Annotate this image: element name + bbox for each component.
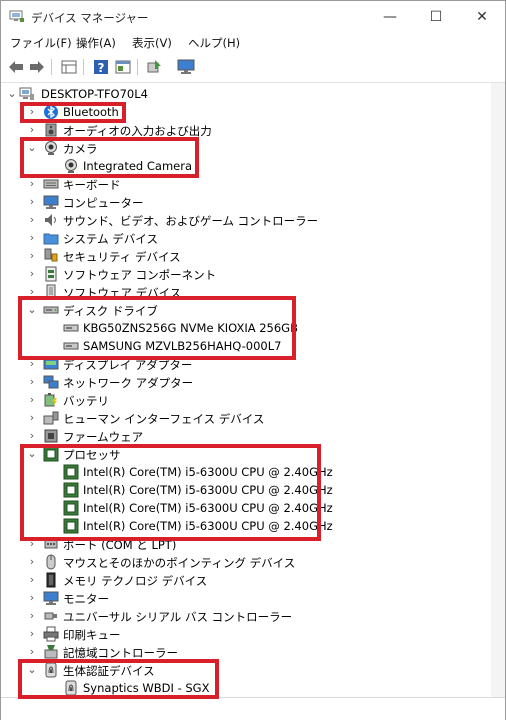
sound-icon <box>43 212 59 228</box>
tree-category-system-folder[interactable]: › システム デバイス <box>1 229 491 247</box>
tree-item-label: セキュリティ デバイス <box>63 250 181 264</box>
minimize-button[interactable]: — <box>367 1 413 32</box>
tree-item-label: システム デバイス <box>63 232 158 246</box>
tree-category-network-adapter[interactable]: › ネットワーク アダプター <box>1 373 491 391</box>
tree-category-memory[interactable]: › メモリ テクノロジ デバイス <box>1 571 491 589</box>
expand-chevron-icon[interactable]: › <box>27 555 37 569</box>
tree-item-label: 印刷キュー <box>63 628 121 642</box>
maximize-button[interactable]: ☐ <box>413 1 459 32</box>
highlight-camera <box>20 137 199 178</box>
storage-controller-icon <box>43 644 59 660</box>
tree-category-firmware[interactable]: › ファームウェア <box>1 427 491 445</box>
tree-category-hid[interactable]: › ヒューマン インターフェイス デバイス <box>1 409 491 427</box>
tree-item-label: マウスとそのほかのポインティング デバイス <box>63 556 296 570</box>
menu-bar: ファイル(F) 操作(A) 表示(V) ヘルプ(H) <box>1 32 505 52</box>
help-icon[interactable]: ? <box>91 58 111 76</box>
tree-item-label: ヒューマン インターフェイス デバイス <box>63 412 265 426</box>
toolbar: ? <box>1 52 505 83</box>
menu-view[interactable]: 表示(V) <box>132 35 172 51</box>
tree-category-battery[interactable]: › バッテリ <box>1 391 491 409</box>
expand-chevron-icon[interactable]: › <box>27 393 37 407</box>
menu-help[interactable]: ヘルプ(H) <box>188 35 240 51</box>
tree-category-sound[interactable]: › サウンド、ビデオ、およびゲーム コントローラー <box>1 211 491 229</box>
view-panel-icon[interactable] <box>113 58 133 76</box>
properties-grid-icon[interactable] <box>59 58 79 76</box>
close-button[interactable]: ✕ <box>459 1 505 32</box>
tree-item-label: メモリ テクノロジ デバイス <box>63 574 208 588</box>
tree-item-label: ファームウェア <box>63 430 144 444</box>
expand-chevron-icon[interactable]: › <box>27 267 37 281</box>
highlight-processors <box>20 444 321 541</box>
expand-chevron-icon[interactable]: › <box>27 213 37 227</box>
window-title: デバイス マネージャー <box>31 11 149 25</box>
tree-item-label: コンピューター <box>63 196 144 210</box>
usb-icon <box>43 608 59 624</box>
computer-root-icon <box>19 86 35 102</box>
tree-category-printer[interactable]: › 印刷キュー <box>1 625 491 643</box>
expand-chevron-icon[interactable]: › <box>27 609 37 623</box>
tree-root-computer[interactable]: ⌄ DESKTOP-TFO70L4 <box>1 85 491 103</box>
hid-icon <box>43 410 59 426</box>
svg-text:?: ? <box>98 61 105 75</box>
expand-chevron-icon[interactable]: › <box>27 195 37 209</box>
battery-icon <box>43 392 59 408</box>
system-folder-icon <box>43 230 59 246</box>
tree-item-label: ユニバーサル シリアル バス コントローラー <box>63 610 293 624</box>
keyboard-icon <box>43 176 59 192</box>
update-driver-icon[interactable] <box>144 58 164 76</box>
expand-chevron-icon[interactable]: › <box>27 177 37 191</box>
computer-icon <box>43 194 59 210</box>
highlight-biometric <box>18 659 219 699</box>
expand-chevron-icon[interactable]: › <box>27 231 37 245</box>
expand-chevron-icon[interactable]: › <box>27 429 37 443</box>
software-component-icon <box>43 266 59 282</box>
menu-action[interactable]: 操作(A) <box>76 35 116 51</box>
tree-category-mouse[interactable]: › マウスとそのほかのポインティング デバイス <box>1 553 491 571</box>
expand-chevron-icon[interactable]: › <box>27 249 37 263</box>
tree-item-label: キーボード <box>63 178 121 192</box>
tree-category-usb[interactable]: › ユニバーサル シリアル バス コントローラー <box>1 607 491 625</box>
collapse-chevron-icon[interactable]: ⌄ <box>7 87 17 101</box>
expand-chevron-icon[interactable]: › <box>27 123 37 137</box>
expand-chevron-icon[interactable]: › <box>27 573 37 587</box>
network-adapter-icon <box>43 374 59 390</box>
tree-category-security-key[interactable]: › セキュリティ デバイス <box>1 247 491 265</box>
highlight-bluetooth <box>20 102 126 123</box>
security-key-icon <box>43 248 59 264</box>
expand-chevron-icon[interactable]: › <box>27 591 37 605</box>
status-bar <box>1 697 505 720</box>
tree-item-label: ネットワーク アダプター <box>63 376 194 390</box>
mouse-icon <box>43 554 59 570</box>
vertical-scrollbar[interactable] <box>491 83 505 697</box>
printer-icon <box>43 626 59 642</box>
monitor-icon[interactable] <box>176 58 196 76</box>
expand-chevron-icon[interactable]: › <box>27 411 37 425</box>
tree-root-label: DESKTOP-TFO70L4 <box>41 87 148 101</box>
tree-category-monitor[interactable]: › モニター <box>1 589 491 607</box>
tree-item-label: サウンド、ビデオ、およびゲーム コントローラー <box>63 214 319 228</box>
expand-chevron-icon[interactable]: › <box>27 375 37 389</box>
speaker-icon <box>43 122 59 138</box>
device-manager-window: デバイス マネージャー — ☐ ✕ ファイル(F) 操作(A) 表示(V) ヘル… <box>0 0 506 720</box>
forward-arrow-icon[interactable] <box>27 58 47 76</box>
menu-file[interactable]: ファイル(F) <box>10 35 72 51</box>
firmware-icon <box>43 428 59 444</box>
tree-category-computer[interactable]: › コンピューター <box>1 193 491 211</box>
tree-item-label: バッテリ <box>63 394 109 408</box>
tree-category-software-component[interactable]: › ソフトウェア コンポーネント <box>1 265 491 283</box>
device-manager-icon <box>9 10 24 22</box>
monitor-icon <box>43 590 59 606</box>
memory-icon <box>43 572 59 588</box>
tree-item-label: ソフトウェア コンポーネント <box>63 268 217 282</box>
tree-item-label: モニター <box>63 592 109 606</box>
title-bar[interactable]: デバイス マネージャー — ☐ ✕ <box>1 1 505 32</box>
expand-chevron-icon[interactable]: › <box>27 645 37 659</box>
highlight-disk-drives <box>18 296 296 360</box>
expand-chevron-icon[interactable]: › <box>27 627 37 641</box>
back-arrow-icon[interactable] <box>6 58 26 76</box>
